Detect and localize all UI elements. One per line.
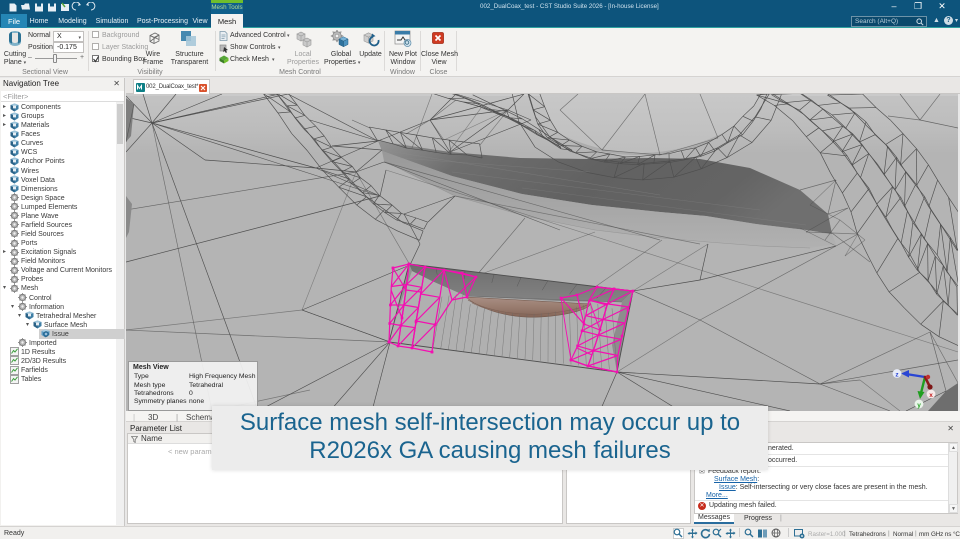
svg-text:x: x <box>929 392 933 399</box>
svg-text:y: y <box>917 402 921 409</box>
